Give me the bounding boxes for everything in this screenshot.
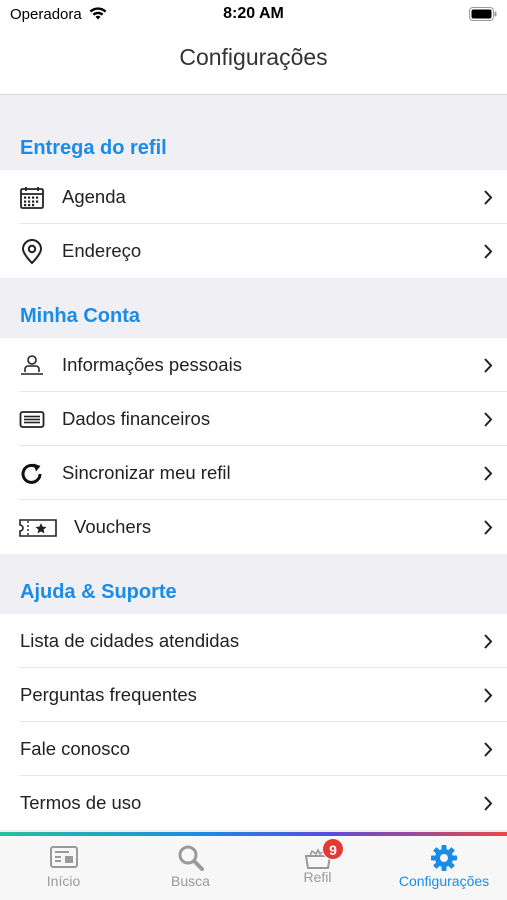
tab-label: Busca	[171, 873, 210, 889]
refresh-icon	[21, 463, 42, 484]
row-endereco[interactable]: Endereço	[0, 224, 507, 278]
row-termos-de-uso[interactable]: Termos de uso	[0, 776, 507, 830]
chevron-right-icon	[484, 244, 493, 259]
chevron-right-icon	[484, 520, 493, 535]
tab-bar: Início Busca 9 Refil Configurações	[0, 832, 507, 900]
tab-configuracoes[interactable]: Configurações	[381, 836, 507, 900]
tab-label: Configurações	[398, 873, 490, 889]
section-title: Entrega do refil	[20, 137, 167, 159]
battery-icon	[469, 7, 497, 21]
chevron-right-icon	[484, 742, 493, 757]
voucher-icon	[19, 519, 57, 537]
tab-inicio[interactable]: Início	[0, 836, 127, 900]
chevron-right-icon	[484, 190, 493, 205]
search-icon	[178, 845, 204, 871]
row-label: Dados financeiros	[62, 408, 211, 429]
row-label: Sincronizar meu refil	[62, 462, 231, 483]
chevron-right-icon	[484, 358, 493, 373]
navigation-bar: Configurações	[0, 30, 507, 95]
calendar-icon	[20, 187, 44, 209]
section-title: Ajuda & Suporte	[20, 581, 177, 603]
status-bar: Operadora 8:20 AM	[0, 0, 507, 30]
tab-label: Refil	[303, 869, 332, 885]
row-vouchers[interactable]: Vouchers	[0, 500, 507, 554]
status-time: 8:20 AM	[223, 5, 284, 22]
section-title: Minha Conta	[20, 305, 140, 327]
tab-refil[interactable]: 9 Refil	[254, 836, 381, 900]
page-title: Configurações	[179, 44, 328, 70]
row-label: Lista de cidades atendidas	[20, 630, 240, 651]
chevron-right-icon	[484, 796, 493, 811]
tab-label: Início	[46, 873, 81, 889]
tab-busca[interactable]: Busca	[127, 836, 254, 900]
gear-icon	[431, 845, 457, 871]
section-header-entrega: Entrega do refil	[0, 96, 507, 170]
section-header-ajuda: Ajuda & Suporte	[0, 554, 507, 614]
chevron-right-icon	[484, 634, 493, 649]
row-agenda[interactable]: Agenda	[0, 170, 507, 224]
row-label: Vouchers	[74, 516, 152, 537]
section-header-minha-conta: Minha Conta	[0, 278, 507, 338]
row-label: Perguntas frequentes	[20, 684, 197, 705]
notification-badge: 9	[322, 838, 344, 860]
chevron-right-icon	[484, 688, 493, 703]
home-card-icon	[49, 846, 78, 868]
row-informacoes-pessoais[interactable]: Informações pessoais	[0, 338, 507, 392]
row-sincronizar-refil[interactable]: Sincronizar meu refil	[0, 446, 507, 500]
row-label: Termos de uso	[20, 792, 142, 813]
row-dados-financeiros[interactable]: Dados financeiros	[0, 392, 507, 446]
row-label: Endereço	[62, 240, 142, 261]
row-label: Fale conosco	[20, 738, 131, 759]
chevron-right-icon	[484, 412, 493, 427]
row-perguntas-frequentes[interactable]: Perguntas frequentes	[0, 668, 507, 722]
location-pin-icon	[21, 239, 43, 265]
person-icon	[21, 355, 43, 375]
credit-card-icon	[19, 411, 45, 428]
row-cidades-atendidas[interactable]: Lista de cidades atendidas	[0, 614, 507, 668]
row-fale-conosco[interactable]: Fale conosco	[0, 722, 507, 776]
chevron-right-icon	[484, 466, 493, 481]
row-label: Agenda	[62, 186, 126, 207]
settings-list: Entrega do refil Agenda Endereço Minha C…	[0, 96, 507, 830]
row-label: Informações pessoais	[62, 354, 242, 375]
